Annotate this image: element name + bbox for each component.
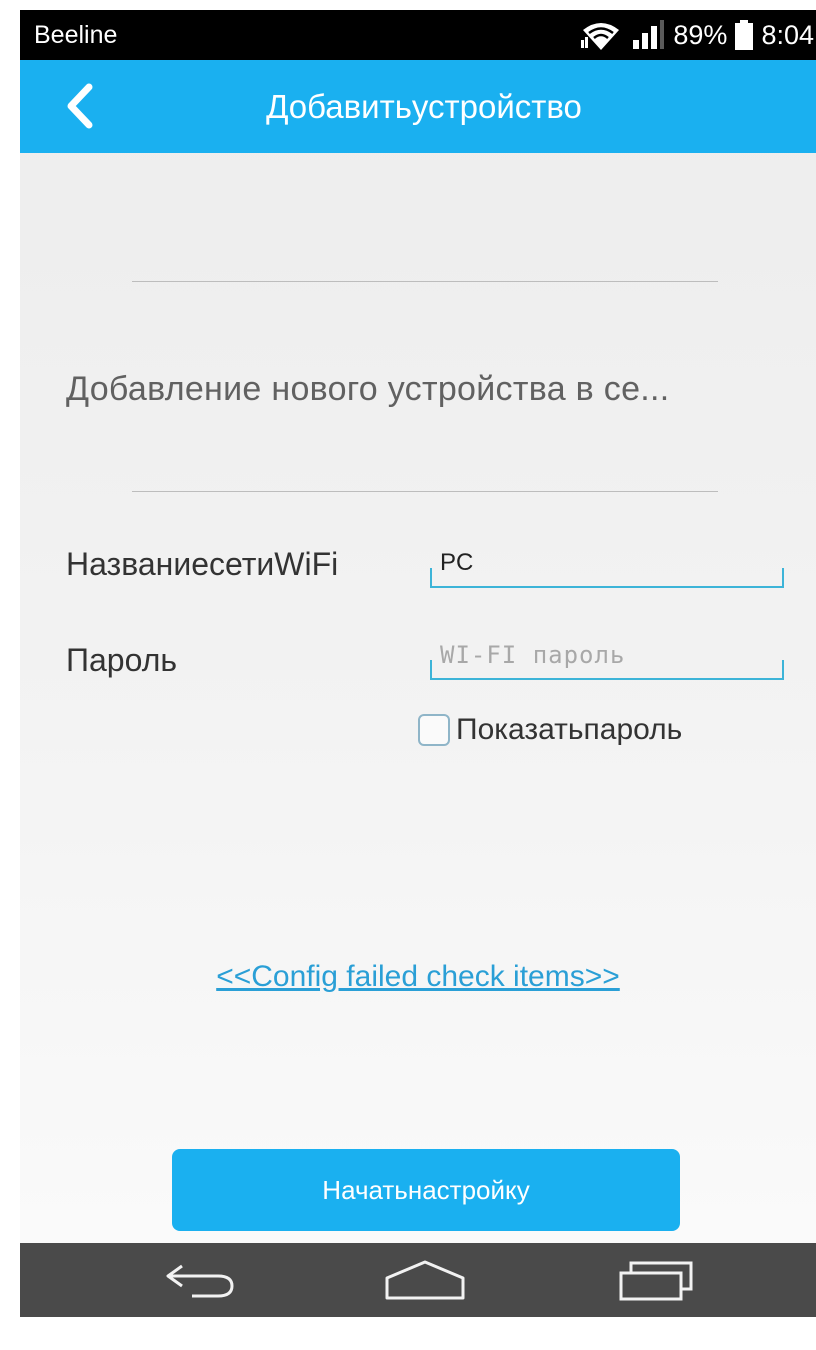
nav-recent-button[interactable] — [602, 1243, 712, 1317]
signal-icon — [631, 20, 665, 50]
status-bar: Beeline 89% 8:04 — [20, 10, 816, 60]
wifi-icon — [579, 18, 623, 52]
wifi-name-label: НазваниесетиWiFi — [66, 546, 339, 582]
phone-screen: Beeline 89% 8:04 Добавитьустройство Доба… — [20, 10, 816, 1317]
password-label: Пароль — [66, 642, 178, 678]
wifi-name-field[interactable] — [430, 540, 784, 588]
app-bar: Добавитьустройство — [20, 60, 816, 153]
clock: 8:04 — [761, 19, 814, 50]
intro-text: Добавление нового устройства в се... — [66, 370, 670, 408]
back-arrow-icon — [166, 1264, 234, 1298]
password-field[interactable] — [430, 632, 784, 680]
start-setup-button[interactable]: Начатьнастройку — [172, 1149, 680, 1231]
wifi-name-input[interactable] — [430, 540, 784, 586]
chevron-left-icon — [67, 83, 93, 129]
battery-percent: 89% — [673, 19, 728, 50]
divider-bottom — [132, 491, 718, 492]
carrier-name: Beeline — [34, 20, 118, 49]
screen-frame: Beeline 89% 8:04 Добавитьустройство Доба… — [0, 0, 816, 1350]
battery-icon — [735, 20, 754, 50]
status-icons: 89% 8:04 — [579, 18, 816, 52]
nav-home-button[interactable] — [370, 1243, 480, 1317]
navigation-bar — [20, 1243, 816, 1317]
back-button[interactable] — [50, 76, 110, 136]
show-password-toggle[interactable]: Показатьпароль — [418, 710, 682, 750]
show-password-label: Показатьпароль — [456, 713, 683, 746]
config-failed-link[interactable]: <<Config failed check items>> — [20, 960, 816, 994]
page-title: Добавитьустройство — [266, 87, 582, 125]
show-password-checkbox[interactable] — [418, 714, 450, 746]
password-input[interactable] — [430, 632, 784, 678]
divider-top — [132, 281, 718, 282]
recent-apps-icon — [619, 1261, 693, 1301]
nav-back-button[interactable] — [140, 1243, 260, 1317]
home-icon — [385, 1260, 465, 1300]
